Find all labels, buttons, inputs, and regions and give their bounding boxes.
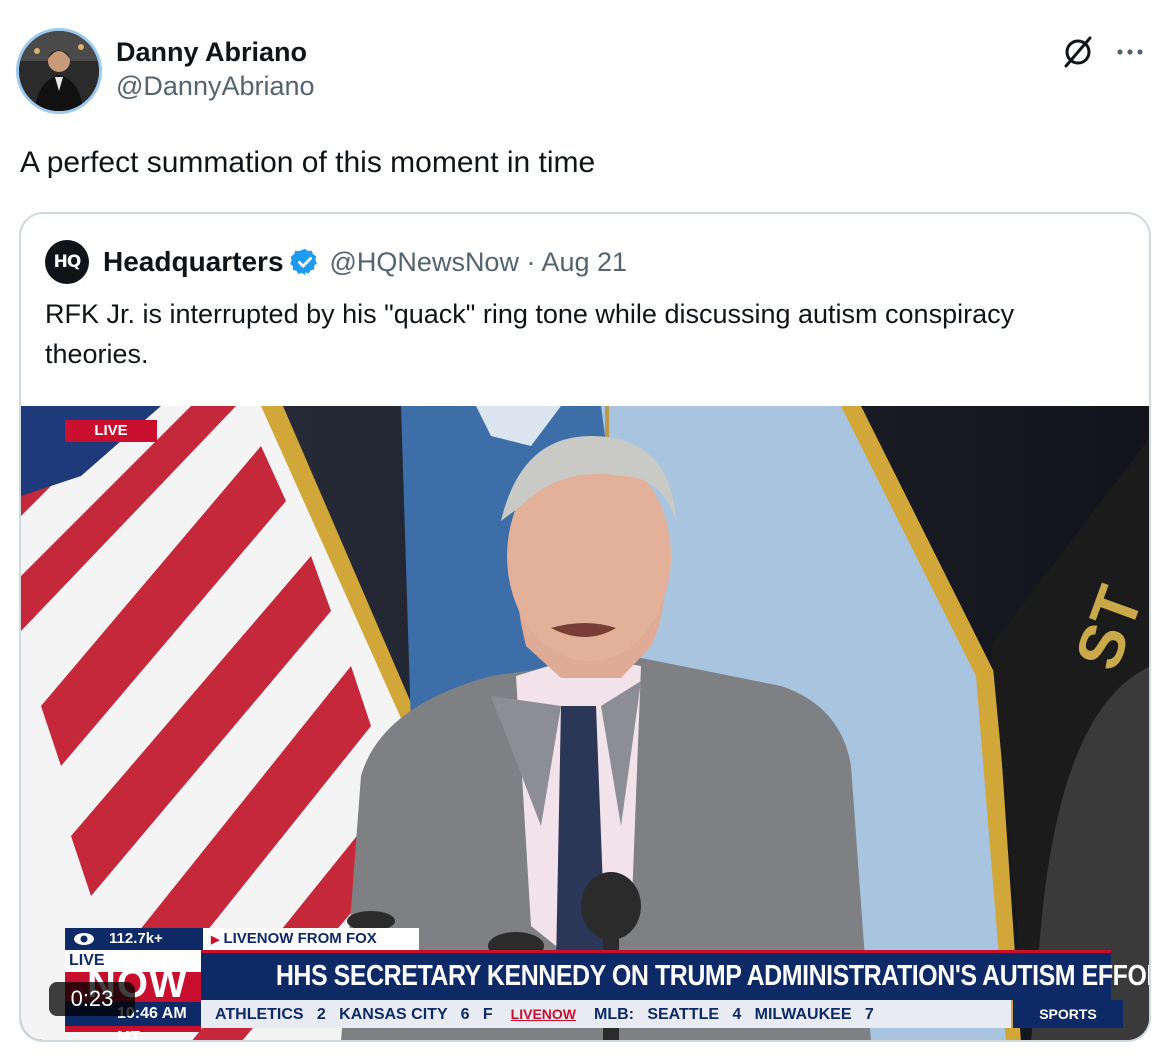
author-handle[interactable]: @DannyAbriano — [116, 68, 315, 104]
tweet-text: A perfect summation of this moment in ti… — [20, 146, 596, 179]
video-duration: 0:23 — [49, 982, 135, 1016]
eye-icon — [74, 933, 94, 945]
sports-label: SPORTS — [1013, 1000, 1123, 1028]
tweet-header: Danny Abriano @DannyAbriano — [16, 28, 1152, 118]
chyron-headline-text: HHS SECRETARY KENNEDY ON TRUMP ADMINISTR… — [275, 960, 1151, 992]
author-avatar[interactable] — [16, 28, 102, 114]
verified-badge-icon — [289, 248, 317, 276]
source-label: ▶ LIVENOW FROM FOX — [203, 928, 419, 950]
chyron-headline: HHS SECRETARY KENNEDY ON TRUMP ADMINISTR… — [201, 950, 1149, 1000]
viewer-count-text: 112.7k+ — [109, 930, 163, 947]
hq-logo[interactable]: HQ — [45, 240, 89, 284]
live-tag: LIVE — [65, 420, 157, 442]
score-ticker: ATHLETICS 2 KANSAS CITY 6 F LIVENOW MLB: S… — [201, 1000, 1011, 1028]
author-name[interactable]: Danny Abriano — [116, 36, 315, 68]
quoted-tweet-text: RFK Jr. is interrupted by his "quack" ri… — [45, 299, 1015, 369]
quoted-tweet[interactable]: HQ Headquarters @HQNewsNow · Aug 21 RFK … — [19, 212, 1151, 1042]
ticker-scores-1: ATHLETICS 2 KANSAS CITY 6 F — [215, 1006, 493, 1023]
quoted-handle-date[interactable]: @HQNewsNow · Aug 21 — [330, 247, 628, 278]
play-triangle-icon: ▶ — [211, 934, 220, 946]
author-info: Danny Abriano @DannyAbriano — [116, 36, 315, 104]
video-player[interactable]: ST LIVE 112.7k+ ▶ LIVENOW FROM FOX LIVE … — [21, 406, 1149, 1040]
source-text: LIVENOW FROM FOX — [223, 930, 377, 947]
quoted-tweet-header: HQ Headquarters @HQNewsNow · Aug 21 — [45, 240, 627, 284]
more-options-icon[interactable] — [1112, 34, 1148, 70]
ticker-livenow-logo: LIVENOW — [510, 1006, 577, 1022]
grok-icon[interactable] — [1060, 34, 1096, 70]
viewer-count: 112.7k+ — [65, 928, 203, 950]
quoted-author-name[interactable]: Headquarters — [103, 246, 284, 278]
ticker-scores-2: MLB: SEATTLE 4 MILWAUKEE 7 — [594, 1006, 874, 1023]
avatar-photo — [19, 31, 99, 111]
